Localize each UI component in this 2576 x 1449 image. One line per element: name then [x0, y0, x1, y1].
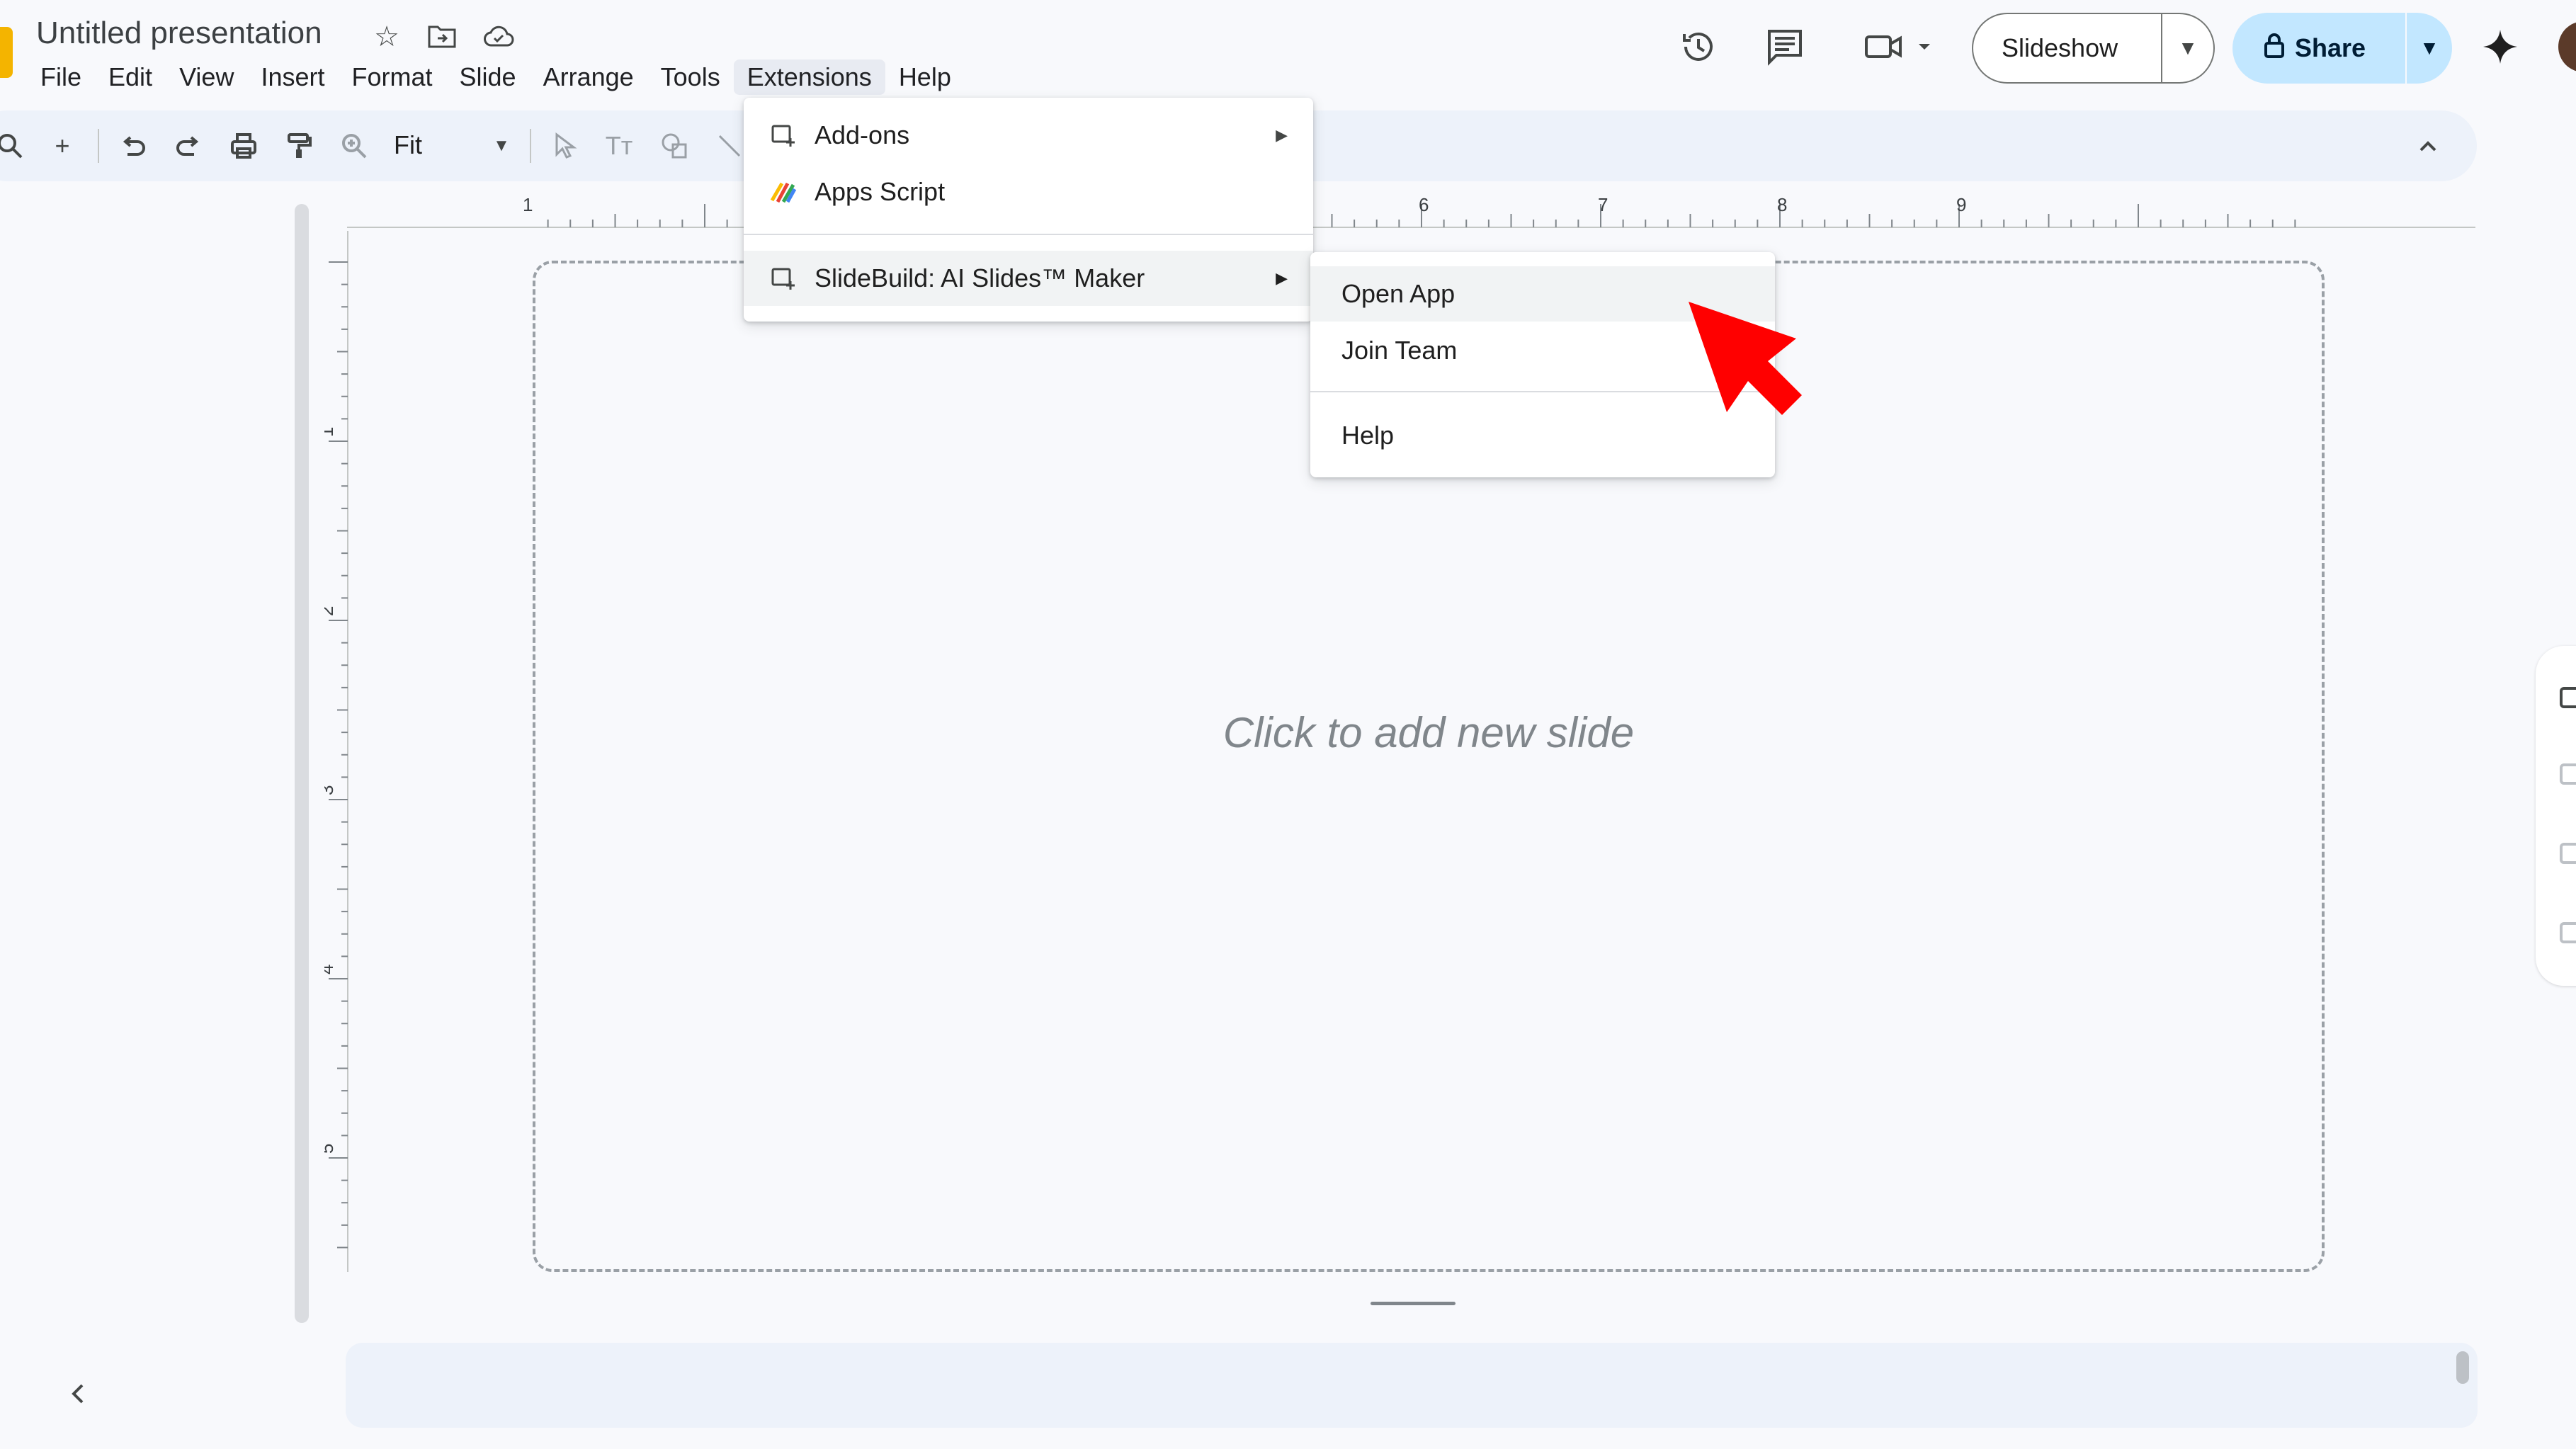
version-history-icon[interactable]	[1676, 24, 1721, 69]
addon-icon	[768, 120, 799, 151]
extensions-menu: Add-ons ▶ Apps Script SlideBuild: AI Sli…	[744, 98, 1313, 322]
toolbar-divider	[530, 129, 531, 163]
select-cursor-icon[interactable]	[544, 126, 584, 166]
search-menus-icon[interactable]	[0, 126, 30, 166]
notes-scrollbar[interactable]	[2456, 1351, 2469, 1384]
ruler-label: 6	[1419, 194, 1429, 215]
ruler-label: 8	[1777, 194, 1787, 215]
ruler-label: 7	[1598, 194, 1608, 215]
print-icon[interactable]	[224, 126, 263, 166]
text-box-icon[interactable]: Tт	[599, 126, 639, 166]
addon-icon	[768, 263, 799, 294]
ruler-label: 3	[324, 785, 337, 795]
ruler-label: 5	[324, 1144, 337, 1154]
shape-icon[interactable]	[654, 126, 694, 166]
share-label: Share	[2295, 33, 2366, 62]
slideshow-label: Slideshow	[2002, 33, 2118, 62]
slideshow-button[interactable]: Slideshow ▼	[1972, 13, 2215, 84]
gemini-sparkle-icon[interactable]	[2478, 24, 2523, 69]
cloud-status-icon[interactable]	[482, 20, 516, 54]
filmstrip-scrollbar[interactable]	[295, 204, 309, 1323]
ruler-label: 1	[523, 194, 533, 215]
apps-script-icon	[768, 176, 799, 208]
zoom-icon[interactable]	[334, 126, 374, 166]
horizontal-ruler: 156789	[347, 194, 2475, 228]
new-slide-icon[interactable]: +	[42, 126, 82, 166]
zoom-select[interactable]: Fit	[394, 130, 422, 160]
contacts-icon[interactable]	[2560, 922, 2576, 943]
vertical-ruler: 1 2 3 4 5	[324, 231, 348, 1272]
ruler-label: 2	[324, 606, 337, 616]
redo-icon[interactable]	[169, 126, 208, 166]
slides-logo[interactable]	[0, 27, 13, 78]
move-folder-icon[interactable]	[425, 20, 459, 54]
document-title[interactable]: Untitled presentation	[36, 16, 322, 51]
ruler-label: 1	[324, 427, 337, 437]
ruler-label: 4	[324, 965, 337, 974]
slideshow-dropdown-icon[interactable]: ▼	[2162, 37, 2213, 59]
account-avatar[interactable]	[2558, 21, 2576, 72]
collapse-toolbar-icon[interactable]	[2408, 126, 2448, 166]
paint-format-icon[interactable]	[279, 126, 319, 166]
menu-insert[interactable]: Insert	[247, 59, 338, 95]
addons-label: Add-ons	[815, 120, 910, 149]
comments-icon[interactable]	[1762, 24, 1808, 69]
toolbar-divider	[98, 129, 99, 163]
submenu-arrow-icon: ▶	[1276, 269, 1288, 287]
meet-video-icon[interactable]	[1857, 24, 1942, 69]
menu-arrange[interactable]: Arrange	[530, 59, 647, 95]
collapse-filmstrip-icon[interactable]	[68, 1380, 89, 1416]
add-slide-hint: Click to add new slide	[1222, 709, 1635, 756]
menu-extensions[interactable]: Extensions	[733, 59, 885, 95]
zoom-dropdown-icon[interactable]: ▼	[482, 126, 521, 166]
submenu-arrow-icon: ▶	[1276, 126, 1288, 144]
share-dropdown-icon[interactable]: ▼	[2407, 37, 2452, 59]
notes-resize-handle[interactable]	[1371, 1302, 1456, 1305]
menu-file[interactable]: File	[27, 59, 95, 95]
tasks-icon[interactable]	[2560, 843, 2576, 864]
menu-slide[interactable]: Slide	[446, 59, 530, 95]
menu-tools[interactable]: Tools	[647, 59, 734, 95]
menu-format[interactable]: Format	[339, 59, 446, 95]
menu-bar: File Edit View Insert Format Slide Arran…	[27, 59, 965, 95]
star-icon[interactable]: ☆	[370, 20, 404, 54]
menu-item-apps-script[interactable]: Apps Script	[744, 164, 1313, 220]
apps-script-label: Apps Script	[815, 177, 946, 206]
menu-divider	[744, 234, 1313, 235]
menu-edit[interactable]: Edit	[95, 59, 166, 95]
share-button[interactable]: Share ▼	[2232, 13, 2452, 84]
calendar-icon[interactable]	[2560, 687, 2576, 708]
menu-item-addons[interactable]: Add-ons ▶	[744, 108, 1313, 163]
speaker-notes[interactable]	[346, 1343, 2478, 1428]
slidebuild-label: SlideBuild: AI Slides™ Maker	[815, 263, 1145, 292]
menu-item-slidebuild[interactable]: SlideBuild: AI Slides™ Maker ▶	[744, 251, 1313, 306]
menu-view[interactable]: View	[166, 59, 247, 95]
keep-icon[interactable]	[2560, 763, 2576, 785]
lock-icon	[2264, 33, 2285, 64]
ruler-label: 9	[1956, 194, 1966, 215]
grid-view-icon[interactable]	[0, 1380, 11, 1419]
pointer-arrow-annotation	[1689, 302, 1802, 415]
undo-icon[interactable]	[113, 126, 153, 166]
menu-help[interactable]: Help	[885, 59, 965, 95]
